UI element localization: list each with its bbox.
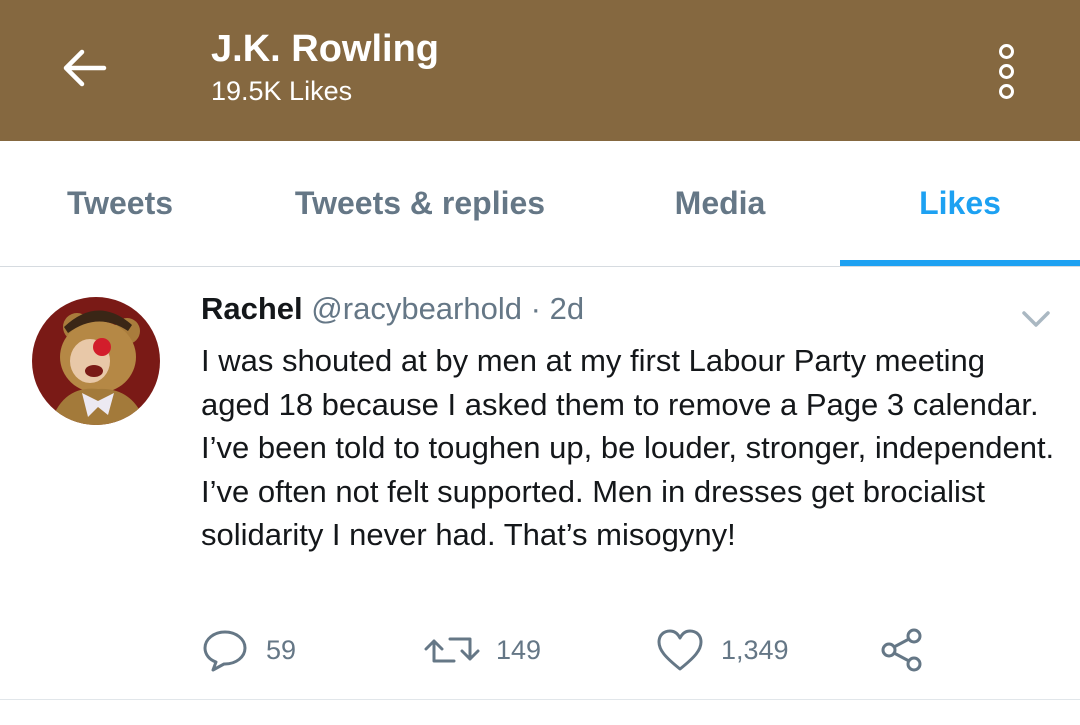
separator: · — [530, 291, 541, 326]
like-count: 1,349 — [721, 634, 789, 665]
tab-media[interactable]: Media — [600, 141, 840, 266]
reply-icon — [203, 630, 247, 672]
reply-count: 59 — [266, 634, 297, 665]
like-icon — [657, 629, 703, 671]
tab-tweets[interactable]: Tweets — [0, 141, 240, 266]
profile-tabs: Tweets Tweets & replies Media Likes — [0, 141, 1080, 267]
like-button[interactable]: 1,349 — [655, 625, 789, 675]
tweet-time: 2d — [549, 291, 585, 326]
overflow-menu-icon[interactable] — [982, 36, 1030, 106]
tweet-actions: 59 149 1,349 — [200, 625, 960, 675]
back-button[interactable] — [52, 40, 116, 96]
share-icon — [881, 628, 922, 672]
chevron-down-icon[interactable] — [1016, 303, 1056, 333]
tweet-text: I was shouted at by men at my first Labo… — [201, 343, 1055, 553]
avatar[interactable] — [32, 297, 160, 425]
tab-likes[interactable]: Likes — [840, 141, 1080, 266]
retweet-button[interactable]: 149 — [424, 625, 541, 675]
share-button[interactable] — [880, 625, 924, 675]
active-tab-indicator — [840, 260, 1080, 266]
back-arrow-icon — [63, 49, 107, 87]
author-name[interactable]: Rachel — [201, 291, 303, 326]
top-app-bar: J.K. Rowling 19.5K Likes — [0, 0, 1080, 141]
tweet-header: Rachel @racybearhold · 2d — [201, 289, 584, 329]
likes-count: 19.5K Likes — [211, 76, 353, 106]
author-handle[interactable]: @racybearhold — [311, 291, 522, 326]
reply-button[interactable]: 59 — [200, 625, 296, 675]
tab-tweets-replies[interactable]: Tweets & replies — [240, 141, 600, 266]
profile-name: J.K. Rowling — [211, 28, 439, 70]
tweet-card[interactable]: Rachel @racybearhold · 2d I was shouted … — [0, 267, 1080, 700]
retweet-count: 149 — [496, 634, 542, 665]
retweet-icon — [424, 637, 480, 663]
